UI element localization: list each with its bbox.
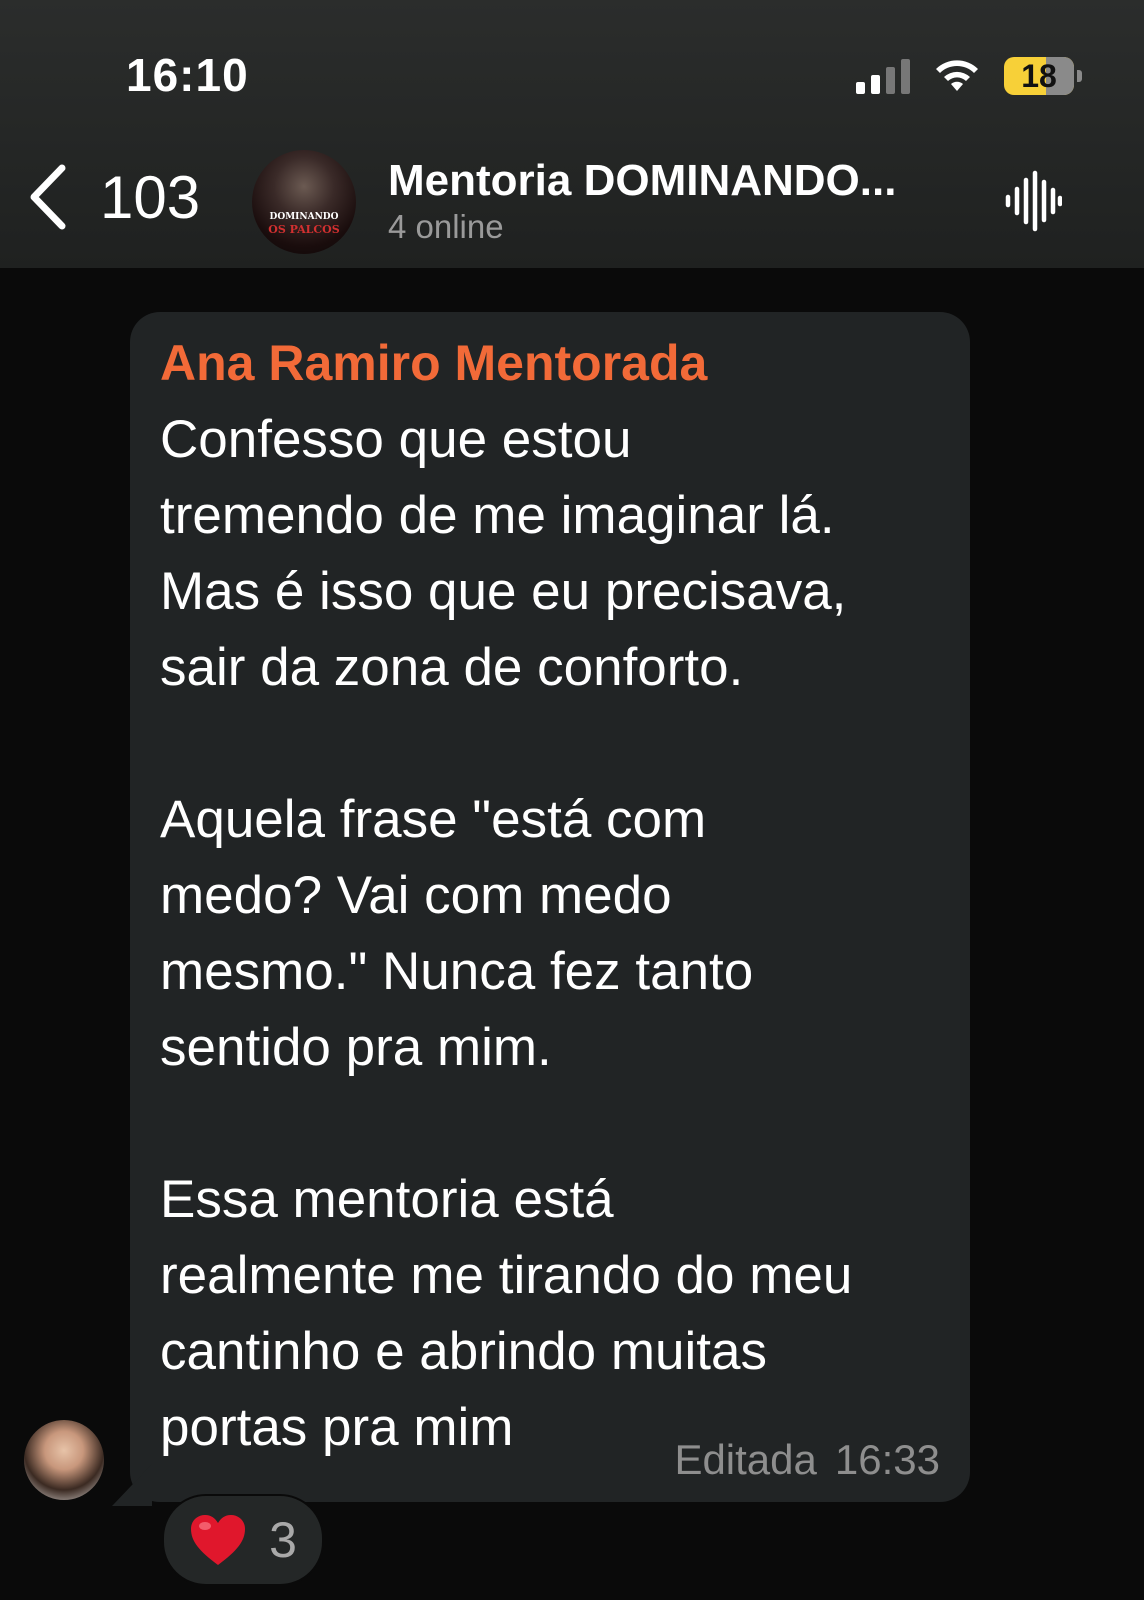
unread-count: 103 [100,163,201,231]
group-avatar-text-top: DOMINANDO [269,212,339,222]
chat-title[interactable]: Mentoria DOMINANDO... [388,156,928,206]
chevron-left-icon [30,164,66,230]
reaction-badge[interactable]: 3 [162,1494,324,1586]
status-time: 16:10 [126,49,249,101]
battery-icon: 18 [1004,57,1082,95]
message-bubble[interactable]: Ana Ramiro Mentorada Confesso que estou … [130,312,970,1502]
back-button[interactable]: 103 [26,162,200,232]
reaction-count: 3 [269,1512,297,1568]
chat-area[interactable]: Ana Ramiro Mentorada Confesso que estou … [0,268,1144,1600]
heart-icon [191,1515,246,1565]
voice-chat-icon[interactable] [1004,170,1062,232]
message-text: Confesso que estou tremendo de me imagin… [160,410,853,1457]
wifi-icon [936,60,978,91]
edited-label: Editada [674,1436,817,1483]
message-sender[interactable]: Ana Ramiro Mentorada [160,334,707,392]
navigation-header: 16:10 18 103 DOMINANDO OS PALCOS Mentori… [0,0,1144,269]
status-icons: 18 [856,54,1082,98]
online-status: 4 online [388,208,504,245]
message-time: 16:33 [834,1436,940,1483]
battery-level: 18 [1021,57,1057,94]
group-avatar-text-bottom: OS PALCOS [268,223,340,236]
sender-avatar[interactable] [24,1420,104,1500]
message-meta: Editada 16:33 [674,1436,940,1484]
cellular-signal-icon [856,58,910,94]
group-avatar[interactable]: DOMINANDO OS PALCOS [252,150,356,254]
